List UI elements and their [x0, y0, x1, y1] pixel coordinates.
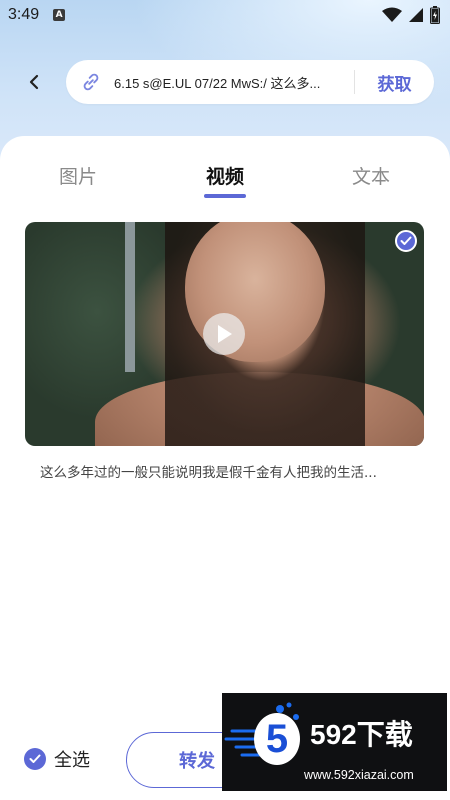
- video-caption: 这么多年过的一般只能说明我是假千金有人把我的生活...: [40, 465, 377, 481]
- watermark-url: www.592xiazai.com: [304, 768, 414, 782]
- battery-icon: [430, 6, 440, 24]
- link-input[interactable]: 6.15 s@E.UL 07/22 MwS:/ 这么多...: [114, 73, 344, 92]
- play-icon: [218, 325, 232, 343]
- check-icon: [400, 236, 412, 245]
- tab-images[interactable]: 图片: [38, 162, 118, 189]
- link-icon: [80, 71, 102, 93]
- watermark-title: 592下载: [310, 719, 413, 750]
- video-selected-checkbox[interactable]: [395, 230, 417, 252]
- tab-videos[interactable]: 视频: [185, 162, 265, 189]
- wifi-icon: [382, 7, 402, 22]
- watermark-logo-digit: 5: [254, 713, 300, 765]
- play-button[interactable]: [203, 313, 245, 355]
- select-all-toggle[interactable]: 全选: [24, 746, 90, 772]
- status-bar: 3:49 A: [0, 0, 450, 30]
- status-icons: [382, 6, 440, 24]
- fetch-button[interactable]: 获取: [355, 70, 434, 95]
- forward-label: 转发: [179, 751, 215, 772]
- status-time: 3:49: [8, 6, 40, 23]
- select-all-checkbox[interactable]: [24, 748, 46, 770]
- check-icon: [29, 754, 41, 763]
- cellular-icon: [409, 8, 423, 22]
- active-tab-indicator: [204, 194, 246, 198]
- link-input-bar[interactable]: 6.15 s@E.UL 07/22 MwS:/ 这么多... 获取: [66, 60, 434, 104]
- video-thumbnail[interactable]: [25, 222, 424, 446]
- back-button[interactable]: [24, 72, 44, 92]
- chevron-left-icon: [29, 74, 39, 90]
- watermark-overlay: 5 592下载 www.592xiazai.com: [222, 693, 447, 791]
- notification-icon: A: [53, 9, 66, 21]
- tab-text[interactable]: 文本: [331, 162, 411, 189]
- thumbnail-background-pole: [125, 222, 135, 372]
- select-all-label: 全选: [54, 750, 90, 771]
